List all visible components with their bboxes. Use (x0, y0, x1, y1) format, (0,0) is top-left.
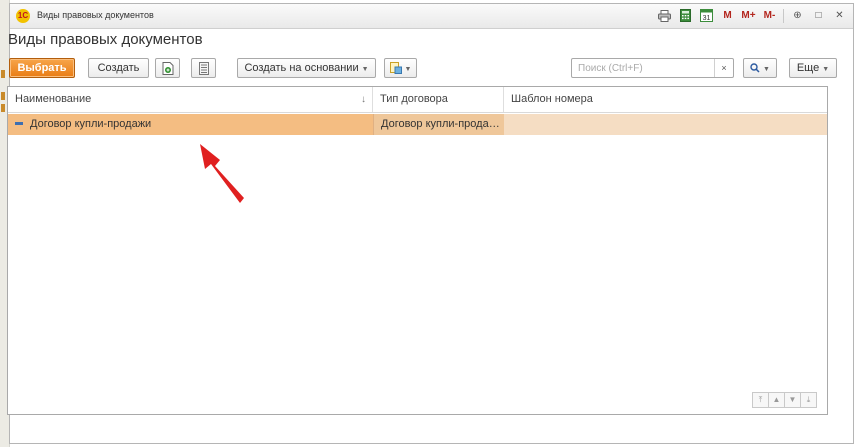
search-button[interactable]: ▼ (743, 58, 777, 78)
chevron-down-icon: ▼ (404, 66, 412, 73)
go-last-icon[interactable]: ⤓ (800, 392, 817, 408)
go-first-icon[interactable]: ⤒ (752, 392, 769, 408)
document-types-table[interactable]: Наименование ↓ Тип договора Шаблон номер… (7, 86, 828, 415)
titlebar-tools: 31 M M+ M- ⊕ □ ✕ (657, 8, 847, 23)
search-input[interactable] (572, 59, 714, 77)
create-button[interactable]: Создать (88, 58, 149, 78)
chevron-down-icon: ▼ (822, 66, 830, 73)
memory-minus-button[interactable]: M- (762, 8, 777, 23)
row-name-text: Договор купли-продажи (30, 118, 152, 130)
copy-icon[interactable] (155, 58, 180, 78)
more-button[interactable]: Еще ▼ (789, 58, 837, 78)
go-up-icon[interactable]: ▲ (768, 392, 785, 408)
chevron-down-icon: ▼ (763, 66, 770, 73)
column-header-number-template[interactable]: Шаблон номера (504, 87, 827, 112)
titlebar-separator (783, 8, 784, 23)
more-label: Еще (796, 62, 820, 74)
calendar-day: 31 (703, 15, 711, 22)
app-logo: 1С (16, 9, 30, 23)
command-bar: Выбрать Создать Создать на основании ▼ ▼ … (7, 58, 847, 80)
sort-down-icon: ↓ (361, 94, 366, 105)
chevron-down-icon: ▼ (361, 66, 369, 73)
search-icon (750, 63, 760, 73)
report-icon (389, 62, 402, 74)
memory-plus-button[interactable]: M+ (741, 8, 756, 23)
background-marker (1, 104, 5, 112)
column-header-contract-type[interactable]: Тип договора (373, 87, 504, 112)
row-cell-name[interactable]: Договор купли-продажи (8, 114, 373, 135)
window-title: Виды правовых документов (37, 10, 154, 20)
create-based-on-label: Создать на основании (244, 62, 359, 74)
calculator-icon[interactable] (678, 8, 693, 23)
column-header-name[interactable]: Наименование ↓ (8, 87, 373, 112)
table-header: Наименование ↓ Тип договора Шаблон номер… (8, 87, 827, 113)
row-cell-contract-type[interactable]: Договор купли-прода… (373, 114, 504, 135)
select-button[interactable]: Выбрать (9, 58, 75, 78)
zoom-icon[interactable]: ⊕ (790, 8, 805, 23)
report-menu-button[interactable]: ▼ (384, 58, 417, 78)
item-icon (15, 121, 23, 125)
window-titlebar: 1С Виды правовых документов 31 M M+ M- ⊕… (10, 4, 853, 29)
memory-m-button[interactable]: M (720, 8, 735, 23)
printer-icon[interactable] (657, 8, 672, 23)
search-clear-button[interactable]: × (714, 59, 733, 77)
page-title: Виды правовых документов (8, 31, 203, 48)
list-icon[interactable] (191, 58, 216, 78)
close-icon[interactable]: ✕ (832, 8, 847, 23)
column-name-label: Наименование (15, 93, 92, 105)
maximize-icon[interactable]: □ (811, 8, 826, 23)
background-marker (1, 70, 5, 78)
table-row[interactable]: Договор купли-продажи Договор купли-прод… (8, 114, 827, 135)
search-field[interactable]: × (571, 58, 734, 78)
create-based-on-button[interactable]: Создать на основании ▼ (237, 58, 376, 78)
background-marker (1, 92, 5, 100)
calendar-icon[interactable]: 31 (699, 8, 714, 23)
row-cell-number-template[interactable] (504, 114, 827, 135)
go-down-icon[interactable]: ▼ (784, 392, 801, 408)
table-navigation: ⤒ ▲ ▼ ⤓ (752, 392, 817, 408)
